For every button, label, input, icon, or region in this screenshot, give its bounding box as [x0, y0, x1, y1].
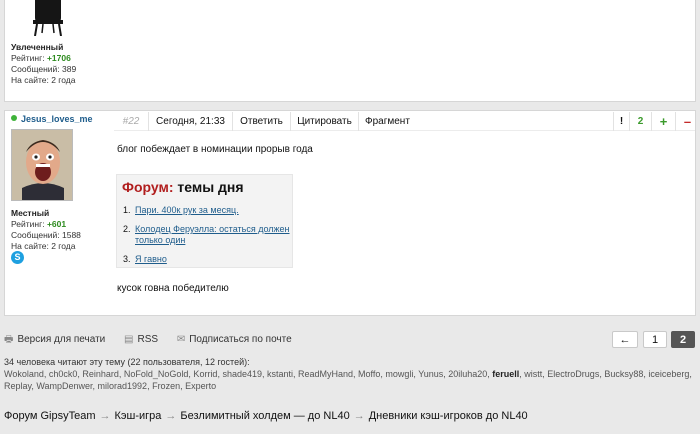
rss-label[interactable]: RSS	[138, 334, 159, 345]
avatar-face-image	[12, 130, 72, 200]
page-2-button[interactable]: 2	[671, 331, 695, 348]
post-text: кусок говна победителю	[117, 283, 229, 294]
breadcrumb-item[interactable]: Форум GipsyTeam	[4, 410, 96, 422]
breadcrumb-item[interactable]: Безлимитный холдем — до NL40	[180, 410, 349, 422]
avatar[interactable]	[11, 129, 73, 201]
page-1-button[interactable]: 1	[643, 331, 667, 348]
post-text: блог побеждает в номинации прорыв года	[117, 144, 313, 155]
list-number: 3.	[123, 254, 131, 264]
breadcrumb-separator: →	[99, 410, 111, 422]
list-item: 3. Я гавно	[123, 254, 292, 265]
post-toolbar: #22 Сегодня, 21:33 Ответить Цитировать Ф…	[114, 112, 695, 131]
vote-plus-button[interactable]: +	[651, 112, 675, 131]
readers-list: Wokoland, ch0ck0, Reinhard, NoFold_NoGol…	[4, 368, 696, 392]
report-button[interactable]: !	[613, 112, 629, 131]
author-info: Местный Рейтинг: +601 Сообщений: 1588 На…	[11, 208, 111, 252]
rating-label: Рейтинг:	[11, 219, 45, 229]
printer-icon: 🖶	[4, 334, 14, 345]
rating-value: +601	[46, 219, 67, 229]
print-version-link[interactable]: 🖶 Версия для печати	[4, 334, 105, 345]
username[interactable]: Jesus_loves_me	[21, 114, 93, 124]
thread-actions: 🖶 Версия для печати ▤ RSS ✉ Подписаться по …	[4, 332, 308, 349]
reply-button[interactable]: Ответить	[232, 112, 290, 131]
reader-user-highlight[interactable]: feruell	[492, 369, 519, 379]
author-messages: Сообщений: 389	[11, 64, 77, 74]
rating-label: Рейтинг:	[11, 53, 45, 63]
author-rating: Рейтинг: +601	[11, 219, 111, 230]
readers-users[interactable]: Wokoland, ch0ck0, Reinhard, NoFold_NoGol…	[4, 369, 492, 379]
online-status-icon	[11, 115, 17, 121]
list-number: 2.	[123, 224, 131, 234]
breadcrumb-item[interactable]: Дневники кэш-игроков до NL40	[369, 410, 528, 422]
breadcrumb-item[interactable]: Кэш-игра	[115, 410, 162, 422]
forum-topics-widget: Форум: темы дня 1. Пари. 400к рук за меся…	[116, 174, 293, 268]
author-info: Увлеченный Рейтинг: +1706 Сообщений: 389…	[11, 42, 111, 86]
vote-minus-button[interactable]: –	[675, 112, 699, 131]
fragment-button[interactable]: Фрагмент	[358, 112, 420, 131]
forum-post: Jesus_loves_me Местный Рейтинг: +601 Соо…	[4, 110, 696, 316]
widget-title-text: темы дня	[173, 179, 244, 195]
widget-title: Форум: темы дня	[122, 179, 244, 195]
breadcrumb-separator: →	[353, 410, 365, 422]
author-messages: Сообщений: 1588	[11, 230, 81, 240]
rating-value: +1706	[46, 53, 71, 63]
widget-topic-list: 1. Пари. 400к рук за месяц. 2. Колодец Фер…	[123, 205, 292, 273]
previous-post: Увлеченный Рейтинг: +1706 Сообщений: 389…	[4, 0, 696, 102]
readers-summary: 34 человека читают эту тему (22 пользова…	[4, 357, 250, 367]
skype-icon[interactable]: S	[11, 251, 24, 264]
post-time[interactable]: Сегодня, 21:33	[148, 112, 232, 131]
topic-link[interactable]: Пари. 400к рук за месяц.	[135, 205, 239, 215]
breadcrumb: Форум GipsyTeam → Кэш-игра → Безлимитный хол…	[4, 410, 528, 422]
mail-icon: ✉	[176, 334, 186, 345]
vote-count: 2	[629, 112, 651, 131]
author-rating: Рейтинг: +1706	[11, 53, 111, 64]
thread-readers: 34 человека читают эту тему (22 пользова…	[4, 356, 696, 392]
subscribe-label[interactable]: Подписаться по почте	[189, 334, 291, 345]
list-item: 2. Колодец Феруэлла: остаться должен толь…	[123, 224, 292, 246]
subscribe-email-link[interactable]: ✉ Подписаться по почте	[177, 334, 292, 345]
username-link[interactable]: Jesus_loves_me	[11, 114, 93, 124]
post-number[interactable]: #22	[114, 112, 148, 131]
widget-brand: Форум:	[122, 179, 174, 195]
author-on-site: На сайте: 2 года	[11, 75, 76, 85]
list-item: 1. Пари. 400к рук за месяц.	[123, 205, 292, 216]
author-on-site: На сайте: 2 года	[11, 241, 76, 251]
rss-link[interactable]: ▤ RSS	[124, 334, 158, 345]
topic-link[interactable]: Колодец Феруэлла: остаться должен только…	[135, 224, 290, 245]
author-rank: Местный	[11, 208, 50, 218]
breadcrumb-separator: →	[165, 410, 177, 422]
list-number: 1.	[123, 205, 131, 215]
avatar-chair-image[interactable]	[27, 0, 67, 36]
prev-page-button[interactable]: ←	[612, 331, 638, 348]
topic-link[interactable]: Я гавно	[135, 254, 167, 264]
quote-button[interactable]: Цитировать	[290, 112, 358, 131]
print-label[interactable]: Версия для печати	[17, 334, 105, 345]
rss-icon: ▤	[124, 334, 134, 345]
author-rank: Увлеченный	[11, 42, 64, 52]
